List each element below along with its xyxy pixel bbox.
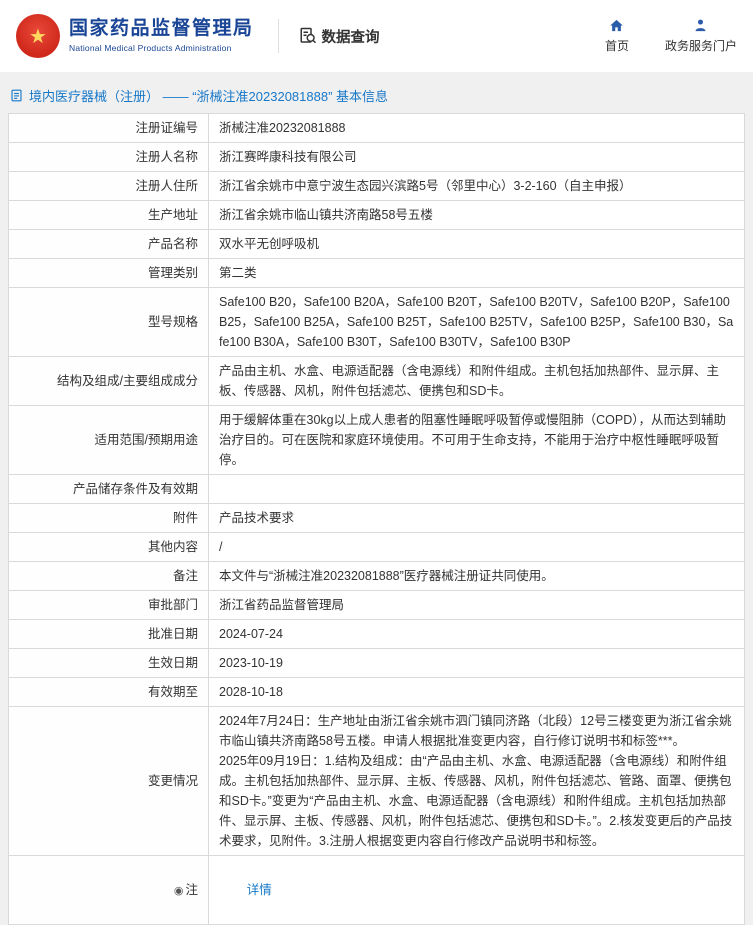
table-row: 注册人名称 浙江赛晔康科技有限公司 <box>8 142 745 172</box>
row-label: ◉ 注 <box>8 855 209 925</box>
row-value: 产品技术要求 <box>208 503 745 533</box>
row-value: 浙江省药品监督管理局 <box>208 590 745 620</box>
registration-info-table: 注册证编号 浙械注准20232081888 注册人名称 浙江赛晔康科技有限公司 … <box>8 113 745 925</box>
table-row: 型号规格 Safe100 B20，Safe100 B20A，Safe100 B2… <box>8 287 745 357</box>
page-title-text: 境内医疗器械（注册） —— “浙械注准20232081888” 基本信息 <box>29 89 389 104</box>
row-label: 生产地址 <box>8 200 209 230</box>
data-query-tab[interactable]: 数据查询 <box>299 26 380 47</box>
table-row: 生产地址 浙江省余姚市临山镇共济南路58号五楼 <box>8 200 745 230</box>
row-label: 型号规格 <box>8 287 209 357</box>
nav-home[interactable]: 首页 <box>605 18 629 54</box>
table-row: 有效期至 2028-10-18 <box>8 677 745 707</box>
row-value: 双水平无创呼吸机 <box>208 229 745 259</box>
row-label: 有效期至 <box>8 677 209 707</box>
row-label: 批准日期 <box>8 619 209 649</box>
nav-gov-portal[interactable]: 政务服务门户 <box>665 18 737 54</box>
row-value: 浙江省余姚市临山镇共济南路58号五楼 <box>208 200 745 230</box>
agency-title-en: National Medical Products Administration <box>69 42 232 53</box>
row-value: Safe100 B20，Safe100 B20A，Safe100 B20T，Sa… <box>208 287 745 357</box>
table-row: 注册证编号 浙械注准20232081888 <box>8 113 745 143</box>
table-row: 适用范围/预期用途 用于缓解体重在30kg以上成人患者的阻塞性睡眠呼吸暂停或慢阻… <box>8 405 745 475</box>
row-value: 本文件与“浙械注准20232081888”医疗器械注册证共同使用。 <box>208 561 745 591</box>
table-row: 批准日期 2024-07-24 <box>8 619 745 649</box>
row-label: 附件 <box>8 503 209 533</box>
row-value: 2023-10-19 <box>208 648 745 678</box>
row-label: 变更情况 <box>8 706 209 856</box>
agency-title-cn: 国家药品监督管理局 <box>69 18 254 40</box>
row-label: 产品储存条件及有效期 <box>8 474 209 504</box>
row-value: / <box>208 532 745 562</box>
table-row: 变更情况 2024年7月24日：生产地址由浙江省余姚市泗门镇同济路（北段）12号… <box>8 706 745 856</box>
nmpa-brand[interactable]: ★ 国家药品监督管理局 National Medical Products Ad… <box>16 14 254 58</box>
table-row: ◉ 注 详情 <box>8 855 745 925</box>
nav-home-label: 首页 <box>604 39 629 53</box>
row-label: 产品名称 <box>8 229 209 259</box>
row-label: 注册人名称 <box>8 142 209 172</box>
row-label: 适用范围/预期用途 <box>8 405 209 475</box>
national-emblem-logo: ★ <box>16 14 60 58</box>
data-query-label: 数据查询 <box>321 29 380 46</box>
table-row: 产品储存条件及有效期 <box>8 474 745 504</box>
row-value: 浙江省余姚市中意宁波生态园兴滨路5号（邻里中心）3-2-160（自主申报） <box>208 171 745 201</box>
table-row: 结构及组成/主要组成成分 产品由主机、水盒、电源适配器（含电源线）和附件组成。主… <box>8 356 745 406</box>
row-value: 2028-10-18 <box>208 677 745 707</box>
top-header: ★ 国家药品监督管理局 National Medical Products Ad… <box>0 0 753 72</box>
table-row: 产品名称 双水平无创呼吸机 <box>8 229 745 259</box>
home-icon <box>610 19 624 32</box>
row-label-text: 注 <box>185 882 198 897</box>
row-value: 2024年7月24日：生产地址由浙江省余姚市泗门镇同济路（北段）12号三楼变更为… <box>208 706 745 856</box>
person-icon <box>695 19 706 32</box>
row-value: 第二类 <box>208 258 745 288</box>
table-row: 生效日期 2023-10-19 <box>8 648 745 678</box>
row-label: 注册证编号 <box>8 113 209 143</box>
row-label: 其他内容 <box>8 532 209 562</box>
row-value: 详情 <box>208 855 745 925</box>
row-value: 用于缓解体重在30kg以上成人患者的阻塞性睡眠呼吸暂停或慢阻肺（COPD），从而… <box>208 405 745 475</box>
row-value: 浙械注准20232081888 <box>208 113 745 143</box>
document-icon <box>11 89 22 102</box>
note-circle-icon: ◉ <box>173 884 184 897</box>
row-value <box>208 474 745 504</box>
header-divider <box>277 19 279 53</box>
page-title: 境内医疗器械（注册） —— “浙械注准20232081888” 基本信息 <box>8 78 745 113</box>
table-row: 管理类别 第二类 <box>8 258 745 288</box>
row-value: 浙江赛晔康科技有限公司 <box>208 142 745 172</box>
nav-gov-portal-label: 政务服务门户 <box>664 39 737 53</box>
table-row: 其他内容 / <box>8 532 745 562</box>
row-label: 注册人住所 <box>8 171 209 201</box>
table-row: 注册人住所 浙江省余姚市中意宁波生态园兴滨路5号（邻里中心）3-2-160（自主… <box>8 171 745 201</box>
table-row: 备注 本文件与“浙械注准20232081888”医疗器械注册证共同使用。 <box>8 561 745 591</box>
table-row: 附件 产品技术要求 <box>8 503 745 533</box>
table-row: 审批部门 浙江省药品监督管理局 <box>8 590 745 620</box>
row-label: 备注 <box>8 561 209 591</box>
details-link[interactable]: 详情 <box>247 883 272 897</box>
row-label: 结构及组成/主要组成成分 <box>8 356 209 406</box>
main-content: 境内医疗器械（注册） —— “浙械注准20232081888” 基本信息 注册证… <box>0 72 753 925</box>
row-value: 产品由主机、水盒、电源适配器（含电源线）和附件组成。主机包括加热部件、显示屏、主… <box>208 356 745 406</box>
row-value: 2024-07-24 <box>208 619 745 649</box>
document-search-icon <box>300 27 316 44</box>
row-label: 生效日期 <box>8 648 209 678</box>
brand-text: 国家药品监督管理局 National Medical Products Admi… <box>69 18 254 53</box>
row-label: 管理类别 <box>8 258 209 288</box>
row-label: 审批部门 <box>8 590 209 620</box>
